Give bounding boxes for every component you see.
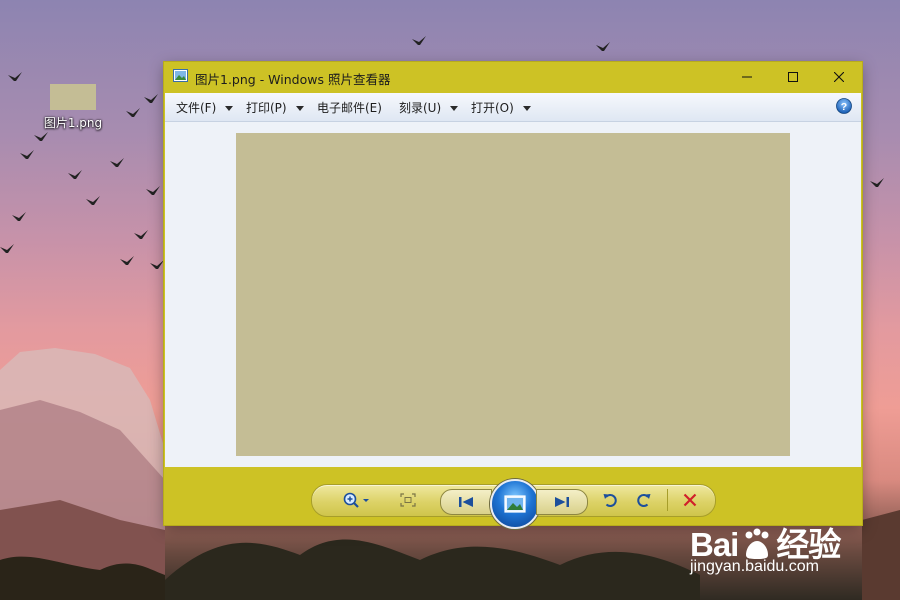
baidu-watermark: Bai 经验 jingyan.baidu.com [690, 502, 890, 590]
bird [86, 196, 100, 205]
help-icon[interactable]: ? [836, 98, 852, 114]
watermark-url: jingyan.baidu.com [690, 558, 819, 575]
close-button[interactable] [816, 62, 862, 92]
dropdown-arrow-icon [450, 105, 459, 111]
paw-icon [745, 528, 769, 559]
menu-bar: 文件(F) 打印(P) 电子邮件(E) 刻录(U) 打开(O) ? [165, 93, 861, 122]
photo-viewer-window: 图片1.png - Windows 照片查看器 文件(F) 打印(P) 电子邮件… [164, 62, 862, 529]
window-title: 图片1.png - Windows 照片查看器 [195, 72, 391, 87]
menu-file-label: 文件(F) [176, 101, 217, 115]
image-thumbnail [50, 84, 96, 110]
bird [110, 158, 124, 167]
next-icon [555, 497, 569, 507]
bird [68, 170, 82, 179]
menu-email[interactable]: 电子邮件(E) [317, 99, 382, 116]
previous-button[interactable] [440, 489, 492, 515]
previous-icon [459, 497, 473, 507]
maximize-icon [788, 72, 798, 82]
menu-print[interactable]: 打印(P) [246, 99, 304, 116]
rotate-clockwise-button[interactable] [632, 490, 656, 510]
zoom-button[interactable] [340, 490, 374, 510]
menu-open-label: 打开(O) [471, 101, 514, 115]
image-viewport [165, 122, 861, 467]
actual-size-button[interactable] [396, 490, 420, 510]
minimize-icon [742, 76, 752, 78]
zoom-icon [343, 492, 369, 508]
title-bar[interactable]: 图片1.png - Windows 照片查看器 [164, 62, 862, 92]
slideshow-icon [504, 495, 526, 513]
close-icon [834, 72, 844, 82]
bird [596, 42, 610, 51]
dropdown-arrow-icon [295, 105, 304, 111]
menu-print-label: 打印(P) [246, 101, 287, 115]
menu-email-label: 电子邮件(E) [317, 101, 382, 115]
bird [34, 132, 48, 141]
slideshow-button[interactable] [490, 479, 540, 529]
bird [146, 186, 160, 195]
photo-viewer-app-icon [173, 69, 188, 82]
menu-burn-label: 刻录(U) [399, 101, 442, 115]
displayed-image [236, 133, 790, 456]
bird [412, 36, 426, 45]
menu-open[interactable]: 打开(O) [471, 99, 531, 116]
bird [20, 150, 34, 159]
desktop-file-label: 图片1.png [43, 116, 103, 130]
toolbar-separator [667, 489, 668, 511]
rotate-cw-icon [637, 494, 651, 507]
desktop-file-icon[interactable]: 图片1.png [40, 84, 106, 131]
minimize-button[interactable] [724, 62, 770, 92]
bird [150, 260, 164, 269]
menu-burn[interactable]: 刻录(U) [399, 99, 459, 116]
bird [12, 212, 26, 221]
actual-size-icon [400, 493, 416, 507]
svg-text:?: ? [841, 101, 847, 113]
bird [120, 256, 134, 265]
bird [8, 72, 22, 81]
next-button[interactable] [536, 489, 588, 515]
bird [134, 230, 148, 239]
bird [0, 244, 14, 253]
bird [870, 178, 884, 187]
menu-file[interactable]: 文件(F) [176, 99, 234, 116]
bird [144, 94, 158, 103]
rotate-ccw-icon [603, 494, 617, 507]
rotate-counterclockwise-button[interactable] [598, 490, 622, 510]
dropdown-arrow-icon [522, 105, 531, 111]
maximize-button[interactable] [770, 62, 816, 92]
dropdown-arrow-icon [225, 105, 234, 111]
bird [126, 108, 140, 117]
